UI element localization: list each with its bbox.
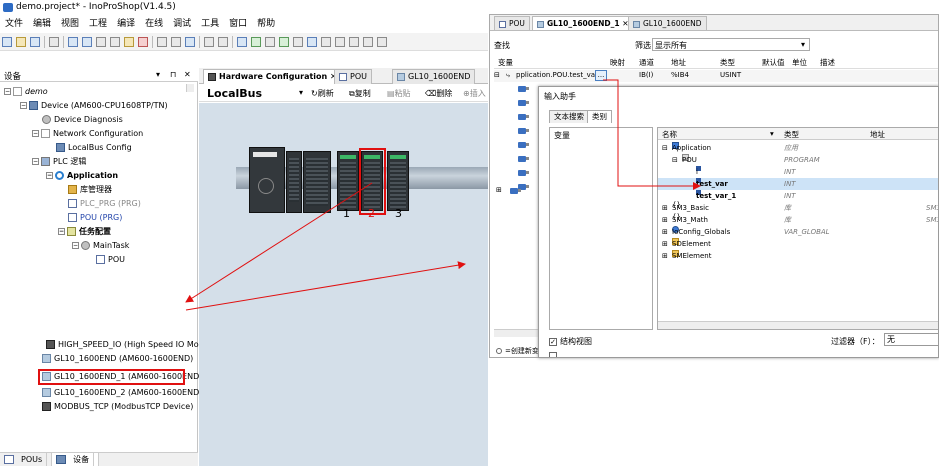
annotation-arrows [185, 79, 701, 311]
arrow-browse-to-variable [603, 79, 701, 190]
arrow-tree-to-window [185, 261, 466, 311]
